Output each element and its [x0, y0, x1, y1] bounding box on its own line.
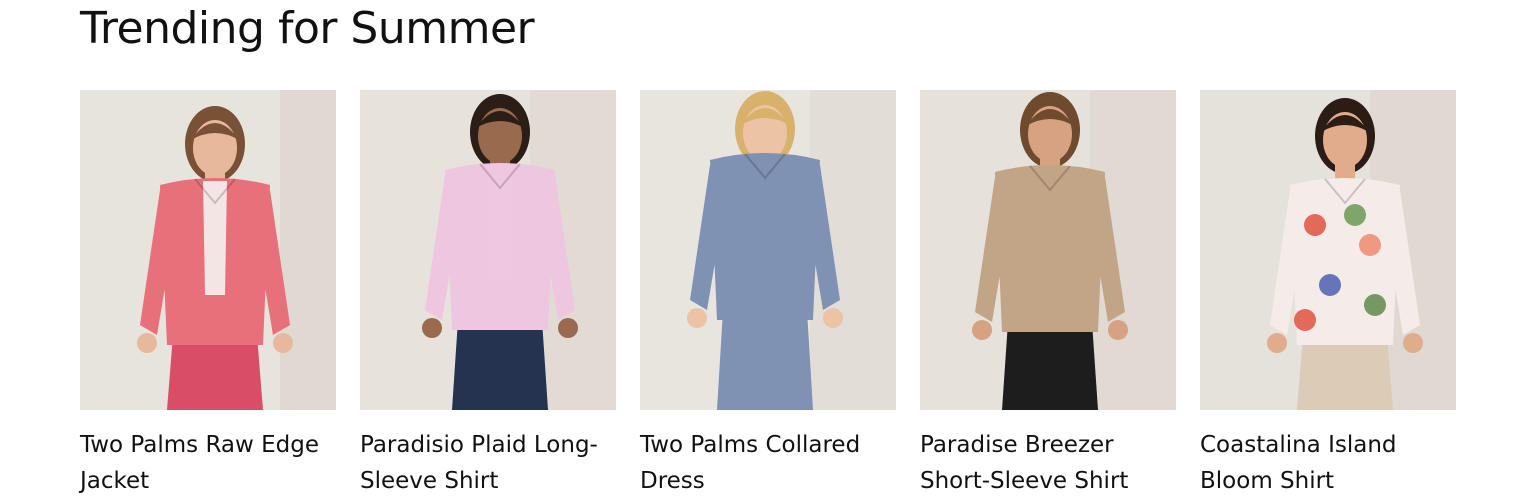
product-card[interactable]: Paradisio Plaid Long-Sleeve Shirt	[360, 90, 616, 498]
product-image[interactable]	[640, 90, 896, 410]
product-image[interactable]	[80, 90, 336, 410]
product-name[interactable]: Two Palms Raw Edge Jacket	[80, 427, 336, 498]
trending-section: Trending for Summer Two Palms Raw Edge J…	[0, 0, 1536, 498]
product-image[interactable]	[920, 90, 1176, 410]
product-card[interactable]: Two Palms Raw Edge Jacket	[80, 90, 336, 498]
section-title: Trending for Summer	[80, 3, 535, 54]
product-image[interactable]	[360, 90, 616, 410]
product-grid: Two Palms Raw Edge Jacket Paradisio Plai…	[80, 90, 1456, 498]
product-card[interactable]: Coastalina Island Bloom Shirt	[1200, 90, 1456, 498]
product-image[interactable]	[1200, 90, 1456, 410]
product-name[interactable]: Two Palms Collared Dress	[640, 427, 896, 498]
product-name[interactable]: Coastalina Island Bloom Shirt	[1200, 427, 1456, 498]
product-card[interactable]: Two Palms Collared Dress	[640, 90, 896, 498]
product-card[interactable]: Paradise Breezer Short-Sleeve Shirt	[920, 90, 1176, 498]
product-name[interactable]: Paradise Breezer Short-Sleeve Shirt	[920, 427, 1176, 498]
product-name[interactable]: Paradisio Plaid Long-Sleeve Shirt	[360, 427, 616, 498]
